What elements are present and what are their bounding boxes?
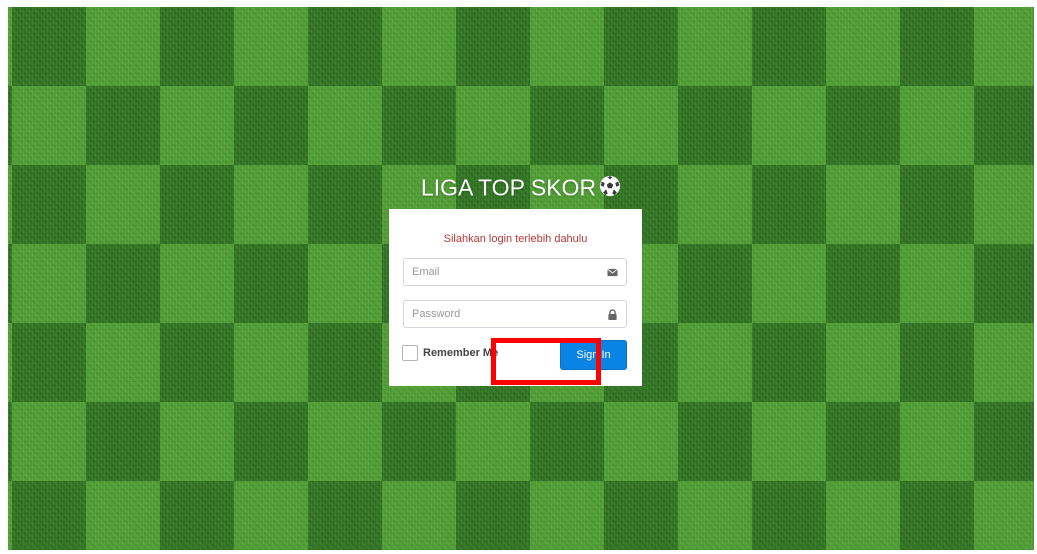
remember-checkbox[interactable] bbox=[402, 345, 418, 361]
login-message: Silahkan login terlebih dahulu bbox=[443, 233, 588, 245]
app-logo: LIGA TOP SKOR bbox=[8, 173, 1034, 201]
password-input[interactable] bbox=[412, 301, 597, 327]
login-box: Silahkan login terlebih dahulu Remember … bbox=[389, 209, 642, 386]
soccer-ball-icon bbox=[599, 176, 621, 197]
email-field[interactable] bbox=[403, 258, 627, 286]
email-input[interactable] bbox=[412, 259, 597, 285]
envelope-icon bbox=[607, 268, 618, 277]
password-field[interactable] bbox=[403, 300, 627, 328]
lock-icon bbox=[608, 309, 617, 320]
remember-me[interactable]: Remember Me bbox=[402, 345, 498, 361]
remember-label: Remember Me bbox=[423, 347, 499, 359]
brand-title: LIGA TOP SKOR bbox=[420, 174, 597, 201]
sign-in-button[interactable]: Sign In bbox=[560, 340, 627, 370]
